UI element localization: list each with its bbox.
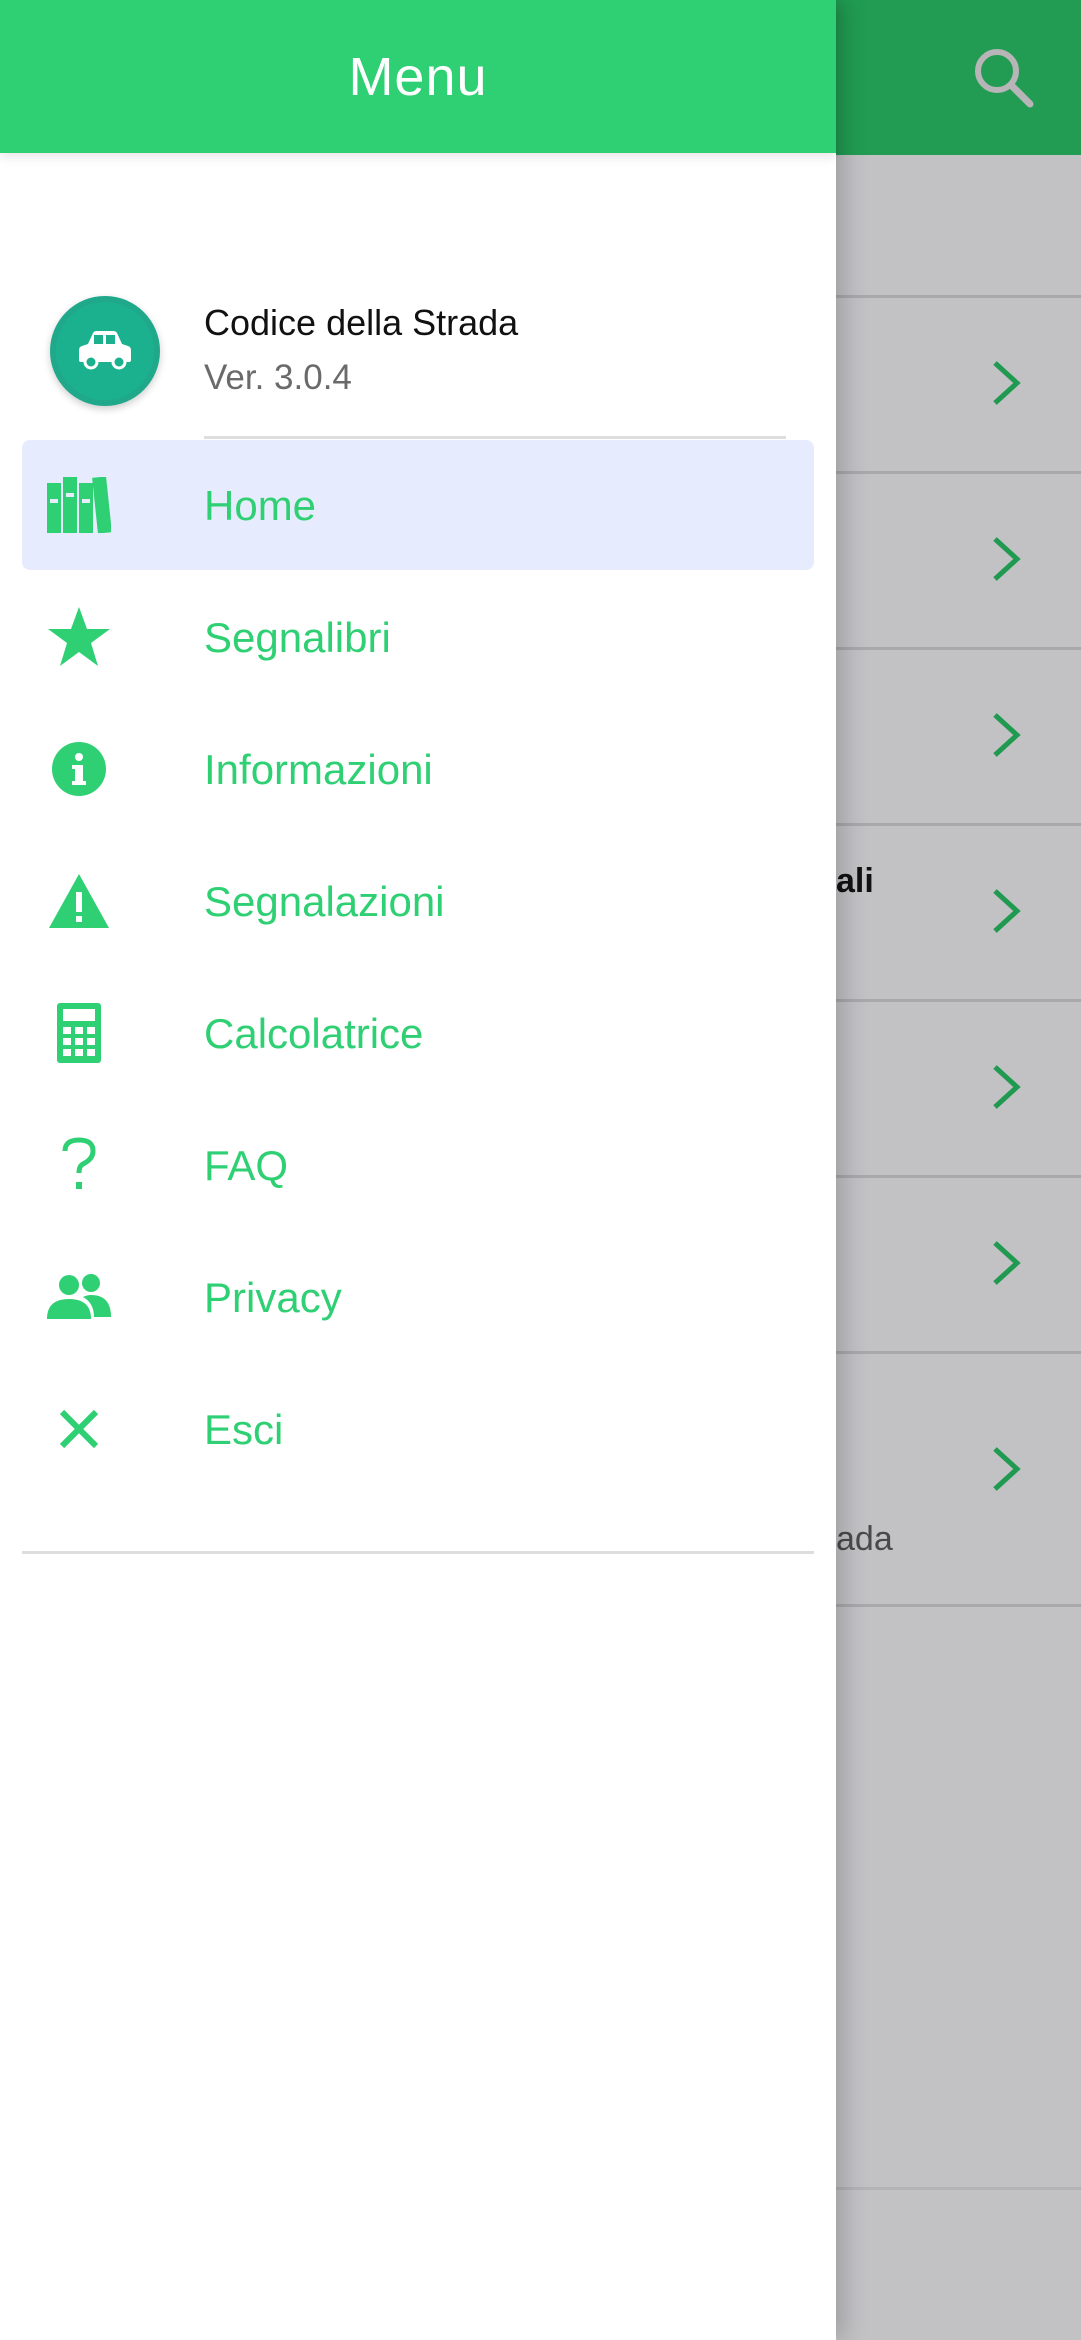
question-icon [46,1133,112,1197]
navigation-drawer: Menu Codice della Strada Ver. 3.0.4 Home… [0,0,836,2340]
chevron-right-icon [993,889,1021,933]
list-item-title: ali [836,862,874,900]
menu-item-label: Calcolatrice [204,1010,424,1057]
menu-item-calculator[interactable]: Calcolatrice [22,968,814,1098]
menu-item-label: Privacy [204,1274,342,1321]
chevron-right-icon [993,713,1021,757]
divider [22,1551,814,1554]
list-item-subtitle: ada [836,1520,893,1558]
menu-item-faq[interactable]: FAQ [22,1100,814,1230]
menu-item-label: Esci [204,1406,284,1453]
app-name: Codice della Strada [204,302,519,343]
warning-icon [46,869,112,933]
calculator-icon [46,1001,112,1065]
menu-item-info[interactable]: Informazioni [22,704,814,834]
divider [204,436,786,439]
menu-item-label: FAQ [204,1142,289,1189]
drawer-header: Menu [0,0,836,153]
info-icon [46,737,112,801]
menu-item-privacy[interactable]: Privacy [22,1232,814,1362]
chevron-right-icon [993,1241,1021,1285]
chevron-right-icon [993,537,1021,581]
drawer-title: Menu [348,46,488,107]
car-icon [79,331,131,370]
menu-item-reports[interactable]: Segnalazioni [22,836,814,966]
close-icon [46,1397,112,1461]
menu-item-label: Informazioni [204,746,433,793]
menu-item-exit[interactable]: Esci [22,1364,814,1494]
chevron-right-icon [993,1447,1021,1491]
app-version: Ver. 3.0.4 [204,358,352,397]
menu-item-home[interactable]: Home [22,440,814,570]
menu-item-label: Home [204,482,317,529]
users-icon [46,1265,112,1329]
search-icon[interactable] [970,44,1036,110]
menu-item-label: Segnalibri [204,614,391,661]
menu-item-label: Segnalazioni [204,878,445,925]
menu-item-bookmarks[interactable]: Segnalibri [22,572,814,702]
app-info: Codice della Strada Ver. 3.0.4 [0,296,836,439]
app-logo [50,296,160,406]
star-icon [46,605,112,669]
chevron-right-icon [993,361,1021,405]
chevron-right-icon [993,1065,1021,1109]
books-icon [46,473,112,537]
